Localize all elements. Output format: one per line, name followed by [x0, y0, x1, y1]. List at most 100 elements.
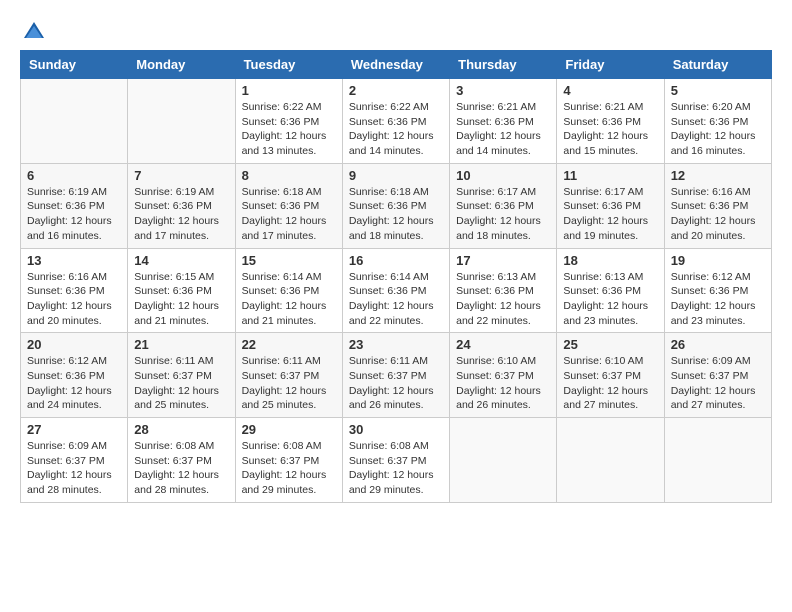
day-info: Sunrise: 6:15 AM Sunset: 6:36 PM Dayligh… [134, 270, 228, 329]
day-number: 4 [563, 83, 657, 98]
day-number: 18 [563, 253, 657, 268]
calendar-cell: 16 Sunrise: 6:14 AM Sunset: 6:36 PM Dayli… [342, 248, 449, 333]
calendar-cell [557, 418, 664, 503]
calendar-cell: 11 Sunrise: 6:17 AM Sunset: 6:36 PM Dayli… [557, 163, 664, 248]
calendar-cell: 17Sunrise: 6:13 AM Sunset: 6:36 PM Dayli… [450, 248, 557, 333]
calendar-week-3: 20Sunrise: 6:12 AM Sunset: 6:36 PM Dayli… [21, 333, 772, 418]
day-number: 7 [134, 168, 228, 183]
day-number: 2 [349, 83, 443, 98]
calendar-cell: 21Sunrise: 6:11 AM Sunset: 6:37 PM Dayli… [128, 333, 235, 418]
calendar-header-tuesday: Tuesday [235, 51, 342, 79]
day-info: Sunrise: 6:13 AM Sunset: 6:36 PM Dayligh… [456, 270, 550, 329]
day-info: Sunrise: 6:08 AM Sunset: 6:37 PM Dayligh… [134, 439, 228, 498]
calendar: SundayMondayTuesdayWednesdayThursdayFrid… [20, 50, 772, 503]
day-number: 9 [349, 168, 443, 183]
calendar-cell: 4 Sunrise: 6:21 AM Sunset: 6:36 PM Daylig… [557, 79, 664, 164]
calendar-header-monday: Monday [128, 51, 235, 79]
calendar-header-sunday: Sunday [21, 51, 128, 79]
calendar-cell: 3 Sunrise: 6:21 AM Sunset: 6:36 PM Daylig… [450, 79, 557, 164]
day-info: Sunrise: 6:18 AM Sunset: 6:36 PM Dayligh… [242, 185, 336, 244]
day-info: Sunrise: 6:17 AM Sunset: 6:36 PM Dayligh… [456, 185, 550, 244]
day-number: 10 [456, 168, 550, 183]
calendar-cell: 8 Sunrise: 6:18 AM Sunset: 6:36 PM Daylig… [235, 163, 342, 248]
calendar-cell: 29 Sunrise: 6:08 AM Sunset: 6:37 PM Dayli… [235, 418, 342, 503]
day-number: 30 [349, 422, 443, 437]
day-info: Sunrise: 6:16 AM Sunset: 6:36 PM Dayligh… [671, 185, 765, 244]
calendar-cell: 5 Sunrise: 6:20 AM Sunset: 6:36 PM Daylig… [664, 79, 771, 164]
day-number: 5 [671, 83, 765, 98]
day-info: Sunrise: 6:14 AM Sunset: 6:36 PM Dayligh… [242, 270, 336, 329]
day-info: Sunrise: 6:22 AM Sunset: 6:36 PM Dayligh… [349, 100, 443, 159]
calendar-week-1: 6 Sunrise: 6:19 AM Sunset: 6:36 PM Daylig… [21, 163, 772, 248]
day-info: Sunrise: 6:13 AM Sunset: 6:36 PM Dayligh… [563, 270, 657, 329]
calendar-body: 1 Sunrise: 6:22 AM Sunset: 6:36 PM Daylig… [21, 79, 772, 503]
calendar-cell: 7 Sunrise: 6:19 AM Sunset: 6:36 PM Daylig… [128, 163, 235, 248]
day-number: 11 [563, 168, 657, 183]
day-number: 26 [671, 337, 765, 352]
calendar-cell: 26 Sunrise: 6:09 AM Sunset: 6:37 PM Dayli… [664, 333, 771, 418]
day-info: Sunrise: 6:19 AM Sunset: 6:36 PM Dayligh… [134, 185, 228, 244]
day-info: Sunrise: 6:09 AM Sunset: 6:37 PM Dayligh… [27, 439, 121, 498]
day-number: 15 [242, 253, 336, 268]
day-info: Sunrise: 6:17 AM Sunset: 6:36 PM Dayligh… [563, 185, 657, 244]
day-info: Sunrise: 6:18 AM Sunset: 6:36 PM Dayligh… [349, 185, 443, 244]
day-number: 6 [27, 168, 121, 183]
day-number: 1 [242, 83, 336, 98]
day-info: Sunrise: 6:12 AM Sunset: 6:36 PM Dayligh… [671, 270, 765, 329]
calendar-cell: 25 Sunrise: 6:10 AM Sunset: 6:37 PM Dayli… [557, 333, 664, 418]
day-info: Sunrise: 6:21 AM Sunset: 6:36 PM Dayligh… [456, 100, 550, 159]
day-info: Sunrise: 6:11 AM Sunset: 6:37 PM Dayligh… [134, 354, 228, 413]
day-number: 23 [349, 337, 443, 352]
calendar-cell: 13Sunrise: 6:16 AM Sunset: 6:36 PM Dayli… [21, 248, 128, 333]
day-number: 25 [563, 337, 657, 352]
calendar-cell: 6Sunrise: 6:19 AM Sunset: 6:36 PM Daylig… [21, 163, 128, 248]
day-number: 28 [134, 422, 228, 437]
calendar-cell: 24 Sunrise: 6:10 AM Sunset: 6:37 PM Dayli… [450, 333, 557, 418]
day-info: Sunrise: 6:22 AM Sunset: 6:36 PM Dayligh… [242, 100, 336, 159]
calendar-cell [21, 79, 128, 164]
calendar-cell: 1 Sunrise: 6:22 AM Sunset: 6:36 PM Daylig… [235, 79, 342, 164]
calendar-cell: 2 Sunrise: 6:22 AM Sunset: 6:36 PM Daylig… [342, 79, 449, 164]
calendar-cell: 27 Sunrise: 6:09 AM Sunset: 6:37 PM Dayli… [21, 418, 128, 503]
calendar-week-2: 13Sunrise: 6:16 AM Sunset: 6:36 PM Dayli… [21, 248, 772, 333]
day-info: Sunrise: 6:11 AM Sunset: 6:37 PM Dayligh… [242, 354, 336, 413]
day-info: Sunrise: 6:09 AM Sunset: 6:37 PM Dayligh… [671, 354, 765, 413]
calendar-cell: 14Sunrise: 6:15 AM Sunset: 6:36 PM Dayli… [128, 248, 235, 333]
day-info: Sunrise: 6:21 AM Sunset: 6:36 PM Dayligh… [563, 100, 657, 159]
day-number: 29 [242, 422, 336, 437]
day-number: 20 [27, 337, 121, 352]
calendar-cell [128, 79, 235, 164]
day-info: Sunrise: 6:14 AM Sunset: 6:36 PM Dayligh… [349, 270, 443, 329]
calendar-cell: 20Sunrise: 6:12 AM Sunset: 6:36 PM Dayli… [21, 333, 128, 418]
day-info: Sunrise: 6:20 AM Sunset: 6:36 PM Dayligh… [671, 100, 765, 159]
day-info: Sunrise: 6:08 AM Sunset: 6:37 PM Dayligh… [242, 439, 336, 498]
calendar-cell: 12 Sunrise: 6:16 AM Sunset: 6:36 PM Dayli… [664, 163, 771, 248]
day-info: Sunrise: 6:10 AM Sunset: 6:37 PM Dayligh… [563, 354, 657, 413]
calendar-cell: 9 Sunrise: 6:18 AM Sunset: 6:36 PM Daylig… [342, 163, 449, 248]
day-number: 24 [456, 337, 550, 352]
calendar-cell: 15 Sunrise: 6:14 AM Sunset: 6:36 PM Dayli… [235, 248, 342, 333]
day-number: 19 [671, 253, 765, 268]
logo-icon [22, 20, 46, 40]
day-number: 3 [456, 83, 550, 98]
calendar-header-saturday: Saturday [664, 51, 771, 79]
calendar-cell: 23 Sunrise: 6:11 AM Sunset: 6:37 PM Dayli… [342, 333, 449, 418]
calendar-cell: 30 Sunrise: 6:08 AM Sunset: 6:37 PM Dayli… [342, 418, 449, 503]
day-info: Sunrise: 6:10 AM Sunset: 6:37 PM Dayligh… [456, 354, 550, 413]
calendar-cell [664, 418, 771, 503]
calendar-cell: 10 Sunrise: 6:17 AM Sunset: 6:36 PM Dayli… [450, 163, 557, 248]
day-number: 27 [27, 422, 121, 437]
day-info: Sunrise: 6:11 AM Sunset: 6:37 PM Dayligh… [349, 354, 443, 413]
calendar-cell [450, 418, 557, 503]
calendar-cell: 19 Sunrise: 6:12 AM Sunset: 6:36 PM Dayli… [664, 248, 771, 333]
day-number: 12 [671, 168, 765, 183]
calendar-header-row: SundayMondayTuesdayWednesdayThursdayFrid… [21, 51, 772, 79]
calendar-header-wednesday: Wednesday [342, 51, 449, 79]
day-info: Sunrise: 6:08 AM Sunset: 6:37 PM Dayligh… [349, 439, 443, 498]
calendar-cell: 22Sunrise: 6:11 AM Sunset: 6:37 PM Dayli… [235, 333, 342, 418]
day-number: 13 [27, 253, 121, 268]
day-number: 16 [349, 253, 443, 268]
day-number: 8 [242, 168, 336, 183]
logo [20, 20, 46, 40]
calendar-week-0: 1 Sunrise: 6:22 AM Sunset: 6:36 PM Daylig… [21, 79, 772, 164]
